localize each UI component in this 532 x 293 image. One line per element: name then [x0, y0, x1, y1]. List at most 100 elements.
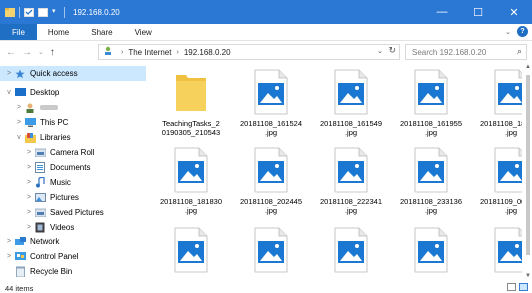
image-file-item[interactable]	[151, 222, 231, 283]
nav-item-videos[interactable]: > Videos	[24, 220, 74, 235]
maximize-button[interactable]: ☐	[460, 0, 496, 24]
tab-file[interactable]: File	[0, 24, 37, 40]
nav-label: Recycle Bin	[30, 267, 73, 276]
minimize-button[interactable]: —	[424, 0, 460, 24]
forward-arrow-icon[interactable]: →	[22, 47, 32, 58]
image-thumbnail-icon	[172, 147, 210, 193]
image-file-item[interactable]	[231, 222, 311, 283]
file-name-line: TeachingTasks_2	[162, 119, 220, 128]
expand-chevron-icon[interactable]: >	[24, 194, 34, 201]
image-file-item[interactable]: 20181108_161524 .jpg	[231, 64, 311, 144]
breadcrumb-separator-icon[interactable]: ›	[176, 49, 178, 56]
image-file-item[interactable]: 20181108_161955 .jpg	[391, 64, 471, 144]
vertical-scrollbar[interactable]: ▲ ▼	[524, 64, 532, 283]
expand-ribbon-icon[interactable]: ⌄	[505, 28, 511, 36]
expand-chevron-icon[interactable]: >	[24, 224, 34, 231]
scroll-down-icon[interactable]: ▼	[524, 273, 532, 283]
nav-item-libraries[interactable]: v Libraries	[14, 130, 71, 145]
image-file-item[interactable]: 20181108_233136 .jpg	[391, 142, 471, 222]
expand-chevron-icon[interactable]: >	[24, 164, 34, 171]
nav-item-saved-pictures[interactable]: > Saved Pictures	[24, 205, 104, 220]
nav-label: Videos	[50, 223, 75, 232]
image-file-item[interactable]	[471, 222, 522, 283]
quick-access-toolbar: ▾	[0, 0, 69, 24]
back-arrow-icon[interactable]: ←	[6, 47, 16, 58]
nav-label: Documents	[50, 163, 91, 172]
expand-chevron-icon[interactable]: >	[4, 253, 14, 260]
file-name-line: 20181108_202445	[239, 197, 302, 206]
help-icon[interactable]: ?	[517, 26, 528, 37]
search-placeholder: Search 192.168.0.20	[412, 47, 487, 57]
file-name-line: .jpg	[264, 206, 278, 215]
nav-item-recycle-bin[interactable]: Recycle Bin	[14, 264, 72, 279]
image-file-item[interactable]: 20181109_004837.jpg	[471, 142, 522, 222]
expand-chevron-icon[interactable]: >	[24, 209, 34, 216]
image-file-item[interactable]: 20181108_161549 .jpg	[311, 64, 391, 144]
refresh-icon[interactable]: ↻	[388, 45, 396, 56]
file-name-line: .jpg	[264, 128, 278, 137]
image-file-item[interactable]: 20181108_181830 .jpg	[151, 142, 231, 222]
star-icon	[14, 69, 26, 79]
nav-item-camera-roll[interactable]: > Camera Roll	[24, 145, 94, 160]
tab-share[interactable]: Share	[80, 24, 123, 40]
expand-chevron-icon[interactable]: >	[4, 70, 14, 77]
folder-item[interactable]: TeachingTasks_2 0190305_210543	[151, 64, 231, 144]
search-icon[interactable]: ⌕	[517, 46, 522, 57]
properties-icon[interactable]	[24, 7, 34, 18]
search-input[interactable]: Search 192.168.0.20 ⌕	[405, 44, 527, 60]
close-button[interactable]: ✕	[496, 0, 532, 24]
address-bar[interactable]: › The Internet › 192.168.0.20 ⌄ ↻	[98, 44, 400, 60]
image-thumbnail-icon	[332, 227, 370, 273]
library-folder-icon	[34, 148, 46, 158]
navigation-pane: > Quick access v Desktop > > This PC v L…	[0, 64, 148, 283]
nav-item-music[interactable]: > Music	[24, 175, 71, 190]
image-file-item[interactable]	[391, 222, 471, 283]
breadcrumb-separator-icon[interactable]: ›	[121, 49, 123, 56]
details-view-icon[interactable]	[507, 283, 516, 291]
expand-chevron-icon[interactable]: >	[24, 149, 34, 156]
nav-item-desktop[interactable]: v Desktop	[4, 85, 59, 100]
up-arrow-icon[interactable]: ↑	[50, 47, 55, 58]
title-bar: ▾ 192.168.0.20 — ☐ ✕	[0, 0, 532, 24]
nav-item-quick-access[interactable]: > Quick access	[0, 66, 146, 81]
pictures-icon	[34, 193, 46, 203]
image-file-item[interactable]: 20181108_181512.jpg	[471, 64, 522, 144]
nav-item-documents[interactable]: > Documents	[24, 160, 90, 175]
nav-label: Quick access	[30, 69, 78, 78]
nav-item-this-pc[interactable]: > This PC	[14, 115, 68, 130]
tab-view[interactable]: View	[124, 24, 163, 40]
folder-icon	[172, 69, 210, 115]
expand-chevron-icon[interactable]: >	[14, 104, 24, 111]
network-location-icon	[103, 46, 113, 58]
tab-home[interactable]: Home	[37, 24, 80, 40]
image-file-item[interactable]: 20181108_202445 .jpg	[231, 142, 311, 222]
expand-chevron-icon[interactable]: >	[14, 119, 24, 126]
image-thumbnail-icon	[252, 147, 290, 193]
file-name-line: .jpg	[504, 206, 518, 215]
file-list: TeachingTasks_2 0190305_210543 20181108_16…	[151, 64, 522, 283]
nav-item-control-panel[interactable]: > Control Panel	[4, 249, 78, 264]
file-name-line: 20181109_004837	[479, 197, 522, 206]
image-file-item[interactable]	[311, 222, 391, 283]
nav-item-pictures[interactable]: > Pictures	[24, 190, 79, 205]
recent-locations-icon[interactable]: ⌄	[38, 48, 44, 56]
recycle-bin-icon	[14, 266, 26, 277]
image-file-item[interactable]: 20181108_222341 .jpg	[311, 142, 391, 222]
new-folder-icon[interactable]	[38, 7, 48, 18]
nav-label: Camera Roll	[50, 148, 95, 157]
nav-item-network[interactable]: > Network	[4, 234, 59, 249]
collapse-chevron-icon[interactable]: v	[14, 134, 24, 141]
file-name-line: 20181108_161549	[319, 119, 382, 128]
scroll-up-icon[interactable]: ▲	[524, 64, 532, 74]
breadcrumb-current[interactable]: 192.168.0.20	[184, 48, 231, 57]
scrollbar-thumb[interactable]	[526, 75, 530, 255]
collapse-chevron-icon[interactable]: v	[4, 89, 14, 96]
expand-chevron-icon[interactable]: >	[24, 179, 34, 186]
customize-toolbar-icon[interactable]: ▾	[52, 7, 60, 18]
expand-chevron-icon[interactable]: >	[4, 238, 14, 245]
large-icons-view-icon[interactable]	[519, 283, 528, 291]
breadcrumb-the-internet[interactable]: The Internet	[128, 48, 171, 57]
nav-item-user[interactable]: >	[14, 100, 58, 115]
window-title: 192.168.0.20	[73, 7, 120, 17]
address-dropdown-icon[interactable]: ⌄	[377, 47, 383, 55]
